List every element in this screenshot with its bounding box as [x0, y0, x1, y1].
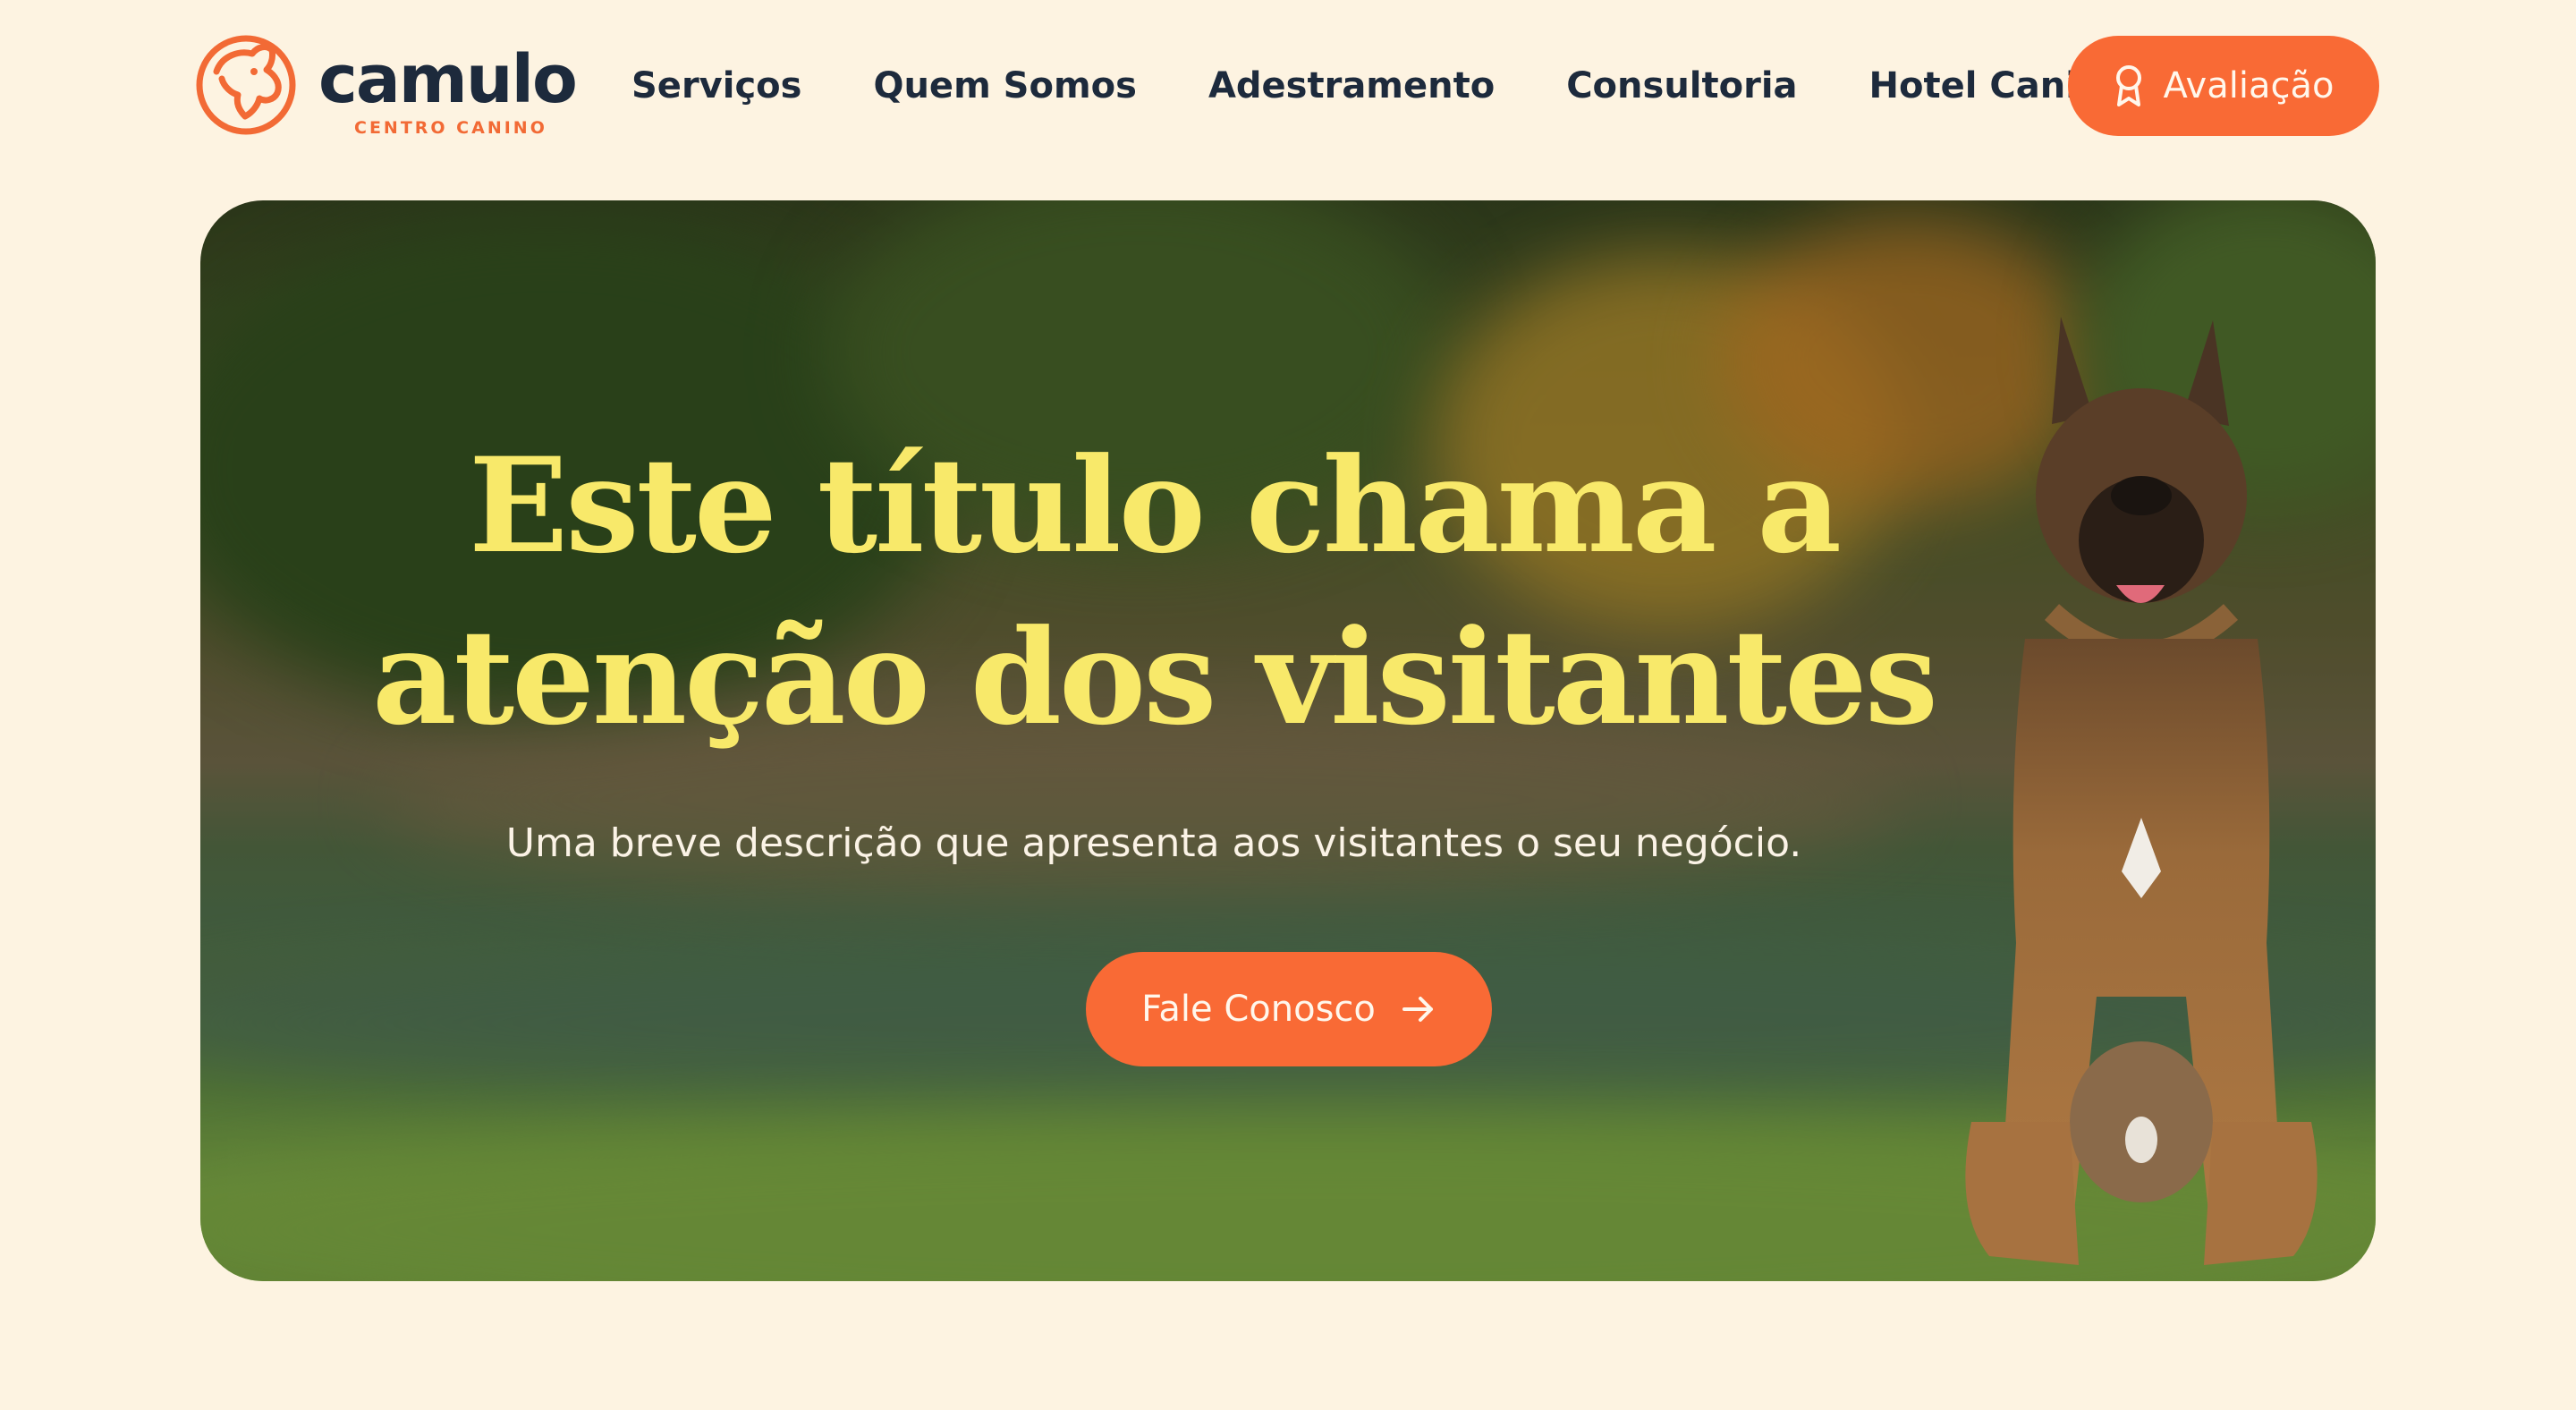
site-header: camulo CENTRO CANINO Serviços Quem Somos… [0, 0, 2576, 175]
fale-conosco-button[interactable]: Fale Conosco [1086, 952, 1492, 1066]
brand-name: camulo [318, 41, 578, 118]
avaliacao-button-label: Avaliação [2163, 65, 2334, 106]
fale-conosco-button-label: Fale Conosco [1141, 989, 1376, 1030]
hero-description: Uma breve descrição que apresenta aos vi… [505, 820, 1802, 866]
nav-item-quem-somos[interactable]: Quem Somos [873, 59, 1136, 113]
nav-item-consultoria[interactable]: Consultoria [1566, 59, 1797, 113]
hero-title-line-2: atenção dos visitantes [372, 601, 1938, 754]
award-ribbon-icon [2115, 65, 2141, 106]
hero-title: Este título chama a atenção dos visitant… [200, 420, 2376, 764]
brand-logo[interactable]: camulo CENTRO CANINO [195, 34, 578, 141]
nav-item-servicos[interactable]: Serviços [631, 59, 801, 113]
main-nav: Serviços Quem Somos Adestramento Consult… [631, 59, 2128, 113]
dog-head-icon [196, 35, 296, 135]
nav-item-adestramento[interactable]: Adestramento [1208, 59, 1495, 113]
brand-tagline: CENTRO CANINO [354, 118, 547, 138]
arrow-right-icon [1402, 997, 1433, 1022]
avaliacao-button[interactable]: Avaliação [2068, 36, 2379, 136]
hero-banner: Este título chama a atenção dos visitant… [200, 200, 2376, 1281]
hero-title-line-1: Este título chama a [469, 429, 1842, 582]
